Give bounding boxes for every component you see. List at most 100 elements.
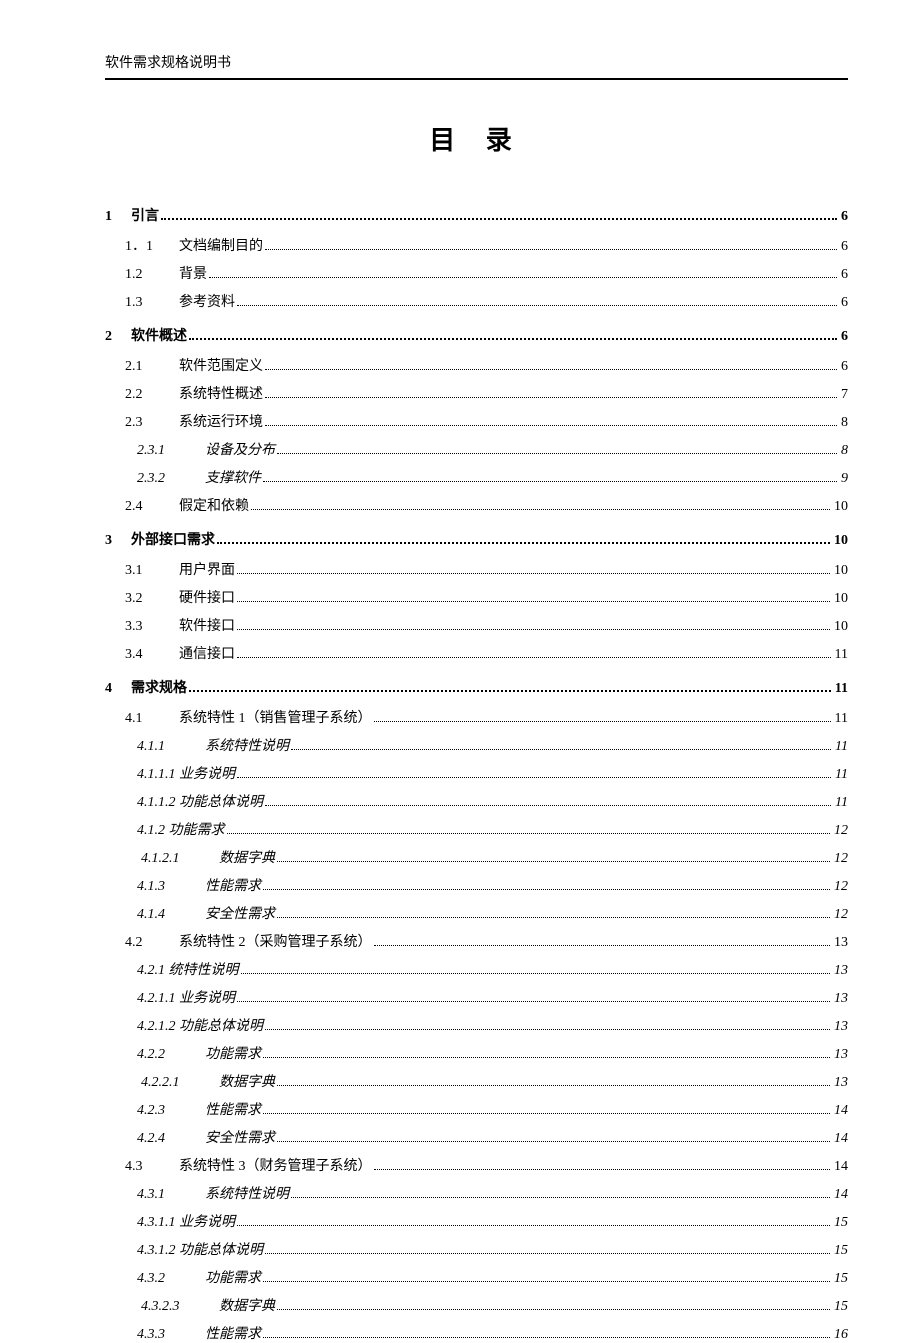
toc-entry[interactable]: 4.3.2功能需求15 <box>105 1267 848 1287</box>
toc-entry[interactable]: 4.2.4安全性需求14 <box>105 1127 848 1147</box>
toc-entry[interactable]: 4.3.1系统特性说明 14 <box>105 1183 848 1203</box>
toc-entry-number: 2.1 <box>125 359 179 375</box>
toc-entry-number: 4.3.1 <box>137 1187 205 1203</box>
toc-entry-page: 10 <box>834 499 848 515</box>
toc-leader-dots <box>263 1113 830 1114</box>
toc-entry-page: 16 <box>834 1327 848 1343</box>
toc-leader-dots <box>237 305 837 306</box>
toc-entry-text: 设备及分布 <box>205 439 275 459</box>
toc-entry-page: 14 <box>834 1187 848 1203</box>
toc-entry-number: 4.2.4 <box>137 1131 205 1147</box>
toc-entry[interactable]: 4.1系统特性 1（销售管理子系统）11 <box>105 707 848 727</box>
toc-entry-page: 10 <box>834 533 848 549</box>
toc-entry[interactable]: 2软件概述6 <box>105 325 848 345</box>
toc-entry[interactable]: 1.2背景6 <box>105 263 848 283</box>
toc-entry-text: 通信接口 <box>179 643 235 663</box>
toc-entry[interactable]: 1.3参考资料6 <box>105 291 848 311</box>
toc-entry-page: 15 <box>834 1299 848 1315</box>
toc-entry-text: 外部接口需求 <box>131 529 215 549</box>
toc-entry-page: 6 <box>841 295 848 311</box>
toc-entry-page: 13 <box>834 963 848 979</box>
toc-entry-text: 系统特性说明 <box>205 1183 289 1203</box>
toc-leader-dots <box>263 481 837 482</box>
toc-leader-dots <box>263 1281 830 1282</box>
toc-entry[interactable]: 4.3系统特性 3（财务管理子系统）14 <box>105 1155 848 1175</box>
toc-entry[interactable]: 1．1文档编制目的6 <box>105 235 848 255</box>
toc-entry[interactable]: 2.3.2支撑软件9 <box>105 467 848 487</box>
toc-leader-dots <box>265 1253 830 1254</box>
toc-entry[interactable]: 4.2.2功能需求13 <box>105 1043 848 1063</box>
toc-entry-page: 6 <box>841 329 848 345</box>
toc-entry[interactable]: 4.2.1.2 功能总体说明13 <box>105 1015 848 1035</box>
toc-entry-page: 12 <box>834 851 848 867</box>
toc-entry[interactable]: 3.4通信接口11 <box>105 643 848 663</box>
toc-entry-number: 1．1 <box>125 235 179 255</box>
toc-entry[interactable]: 2.3.1设备及分布8 <box>105 439 848 459</box>
toc-entry[interactable]: 4.3.2.3数据字典15 <box>105 1295 848 1315</box>
toc-entry-page: 15 <box>834 1215 848 1231</box>
toc-entry-number: 3.3 <box>125 619 179 635</box>
toc-entry-text: 功能需求 <box>205 1267 261 1287</box>
toc-entry-text: 安全性需求 <box>205 903 275 923</box>
toc-leader-dots <box>237 657 831 658</box>
toc-entry-text: 系统特性说明 <box>205 735 289 755</box>
toc-leader-dots <box>277 1309 830 1310</box>
toc-entry-text: 4.1.1.2 功能总体说明 <box>137 791 263 811</box>
toc-leader-dots <box>277 453 837 454</box>
toc-entry-number: 4.1.4 <box>137 907 205 923</box>
toc-entry-text: 软件接口 <box>179 615 235 635</box>
toc-entry[interactable]: 4.2系统特性 2（采购管理子系统）13 <box>105 931 848 951</box>
toc-entry-number: 4.3.2 <box>137 1271 205 1287</box>
toc-entry[interactable]: 4.1.1系统特性说明11 <box>105 735 848 755</box>
toc-entry[interactable]: 2.4假定和依赖10 <box>105 495 848 515</box>
toc-entry[interactable]: 3.3软件接口10 <box>105 615 848 635</box>
toc-entry-number: 4.2.2.1 <box>141 1075 219 1091</box>
toc-title: 目 录 <box>105 120 848 157</box>
toc-leader-dots <box>217 542 830 544</box>
toc-entry-number: 2.3 <box>125 415 179 431</box>
toc-entry-page: 10 <box>834 563 848 579</box>
toc-leader-dots <box>265 425 837 426</box>
toc-entry[interactable]: 2.2系统特性概述7 <box>105 383 848 403</box>
toc-entry[interactable]: 4.3.1.2 功能总体说明15 <box>105 1239 848 1259</box>
toc-entry[interactable]: 3外部接口需求10 <box>105 529 848 549</box>
toc-entry-text: 背景 <box>179 263 207 283</box>
toc-leader-dots <box>277 861 830 862</box>
toc-entry[interactable]: 4.2.2.1数据字典13 <box>105 1071 848 1091</box>
toc-entry[interactable]: 3.1用户界面10 <box>105 559 848 579</box>
toc-entry[interactable]: 4.2.1.1 业务说明13 <box>105 987 848 1007</box>
toc-entry[interactable]: 4.1.1.1 业务说明11 <box>105 763 848 783</box>
toc-entry-page: 12 <box>834 907 848 923</box>
toc-entry[interactable]: 4.2.1 统特性说明13 <box>105 959 848 979</box>
toc-entry[interactable]: 4需求规格11 <box>105 677 848 697</box>
toc-entry[interactable]: 3.2硬件接口10 <box>105 587 848 607</box>
toc-entry-number: 2 <box>105 329 131 345</box>
toc-entry[interactable]: 4.1.2 功能需求12 <box>105 819 848 839</box>
toc-entry[interactable]: 4.1.1.2 功能总体说明11 <box>105 791 848 811</box>
toc-entry[interactable]: 4.3.1.1 业务说明15 <box>105 1211 848 1231</box>
toc-entry[interactable]: 4.1.2.1数据字典 12 <box>105 847 848 867</box>
toc-leader-dots <box>227 833 831 834</box>
toc-entry[interactable]: 1引言6 <box>105 205 848 225</box>
toc-entry[interactable]: 4.2.3性能需求14 <box>105 1099 848 1119</box>
toc-entry-text: 支撑软件 <box>205 467 261 487</box>
toc-entry[interactable]: 4.1.3性能需求12 <box>105 875 848 895</box>
toc-entry-number: 4.1 <box>125 711 179 727</box>
toc-leader-dots <box>237 573 830 574</box>
toc-entry[interactable]: 4.1.4安全性需求 12 <box>105 903 848 923</box>
toc-leader-dots <box>374 945 831 946</box>
toc-leader-dots <box>209 277 837 278</box>
toc-entry-page: 6 <box>841 359 848 375</box>
toc-entry-text: 数据字典 <box>219 847 275 867</box>
toc-entry-number: 4.1.2.1 <box>141 851 219 867</box>
toc-leader-dots <box>237 601 830 602</box>
toc-leader-dots <box>291 1197 830 1198</box>
table-of-contents: 1引言6 1．1文档编制目的6 1.2背景6 1.3参考资料6 2软件概述6 2.1软件范… <box>105 205 848 1343</box>
toc-entry-number: 4.1.3 <box>137 879 205 895</box>
toc-entry[interactable]: 2.3系统运行环境8 <box>105 411 848 431</box>
toc-entry-text: 4.2.1.2 功能总体说明 <box>137 1015 263 1035</box>
toc-entry[interactable]: 2.1软件范围定义6 <box>105 355 848 375</box>
toc-leader-dots <box>265 369 837 370</box>
toc-entry[interactable]: 4.3.3性能需求16 <box>105 1323 848 1343</box>
toc-leader-dots <box>374 1169 831 1170</box>
